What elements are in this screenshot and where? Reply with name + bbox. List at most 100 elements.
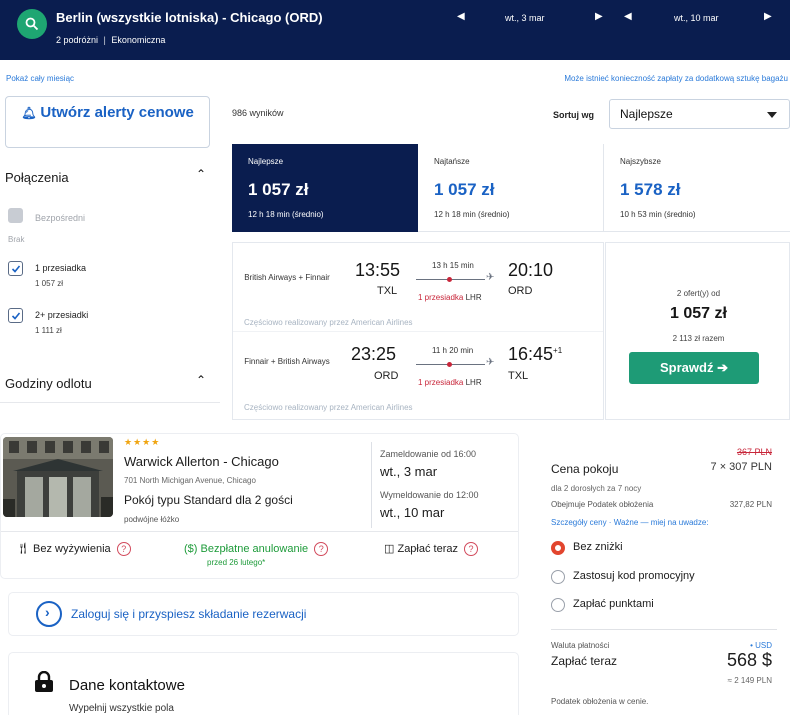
collapse-departure-times-icon[interactable]: ⌃ (196, 373, 206, 387)
cabin-class: Ekonomiczna (111, 35, 166, 45)
contact-title: Dane kontaktowe (69, 677, 185, 694)
room-type: Pokój typu Standard dla 2 gości (124, 493, 293, 507)
direct-checkbox[interactable] (8, 208, 23, 223)
leg1-departure-time: 13:55 (355, 260, 401, 280)
tab-best-price: 1 057 zł (248, 180, 309, 199)
filter-divider (0, 402, 220, 403)
departure-times-title: Godziny odlotu (5, 376, 92, 391)
lock-icon (35, 671, 53, 692)
checkout-label: Wymeldowanie do 12:00 (380, 490, 479, 500)
show-whole-month-link[interactable]: Pokaż cały miesiąc (6, 74, 74, 83)
option-points-label[interactable]: Zapłać punktami (573, 598, 654, 610)
approx-pln: ≈ 2 149 PLN (727, 676, 772, 685)
sort-value: Najlepsze (620, 107, 673, 121)
passengers-cabin[interactable]: 2 podróżni | Ekonomiczna (56, 35, 165, 45)
one-stop-label: 1 przesiadka (35, 263, 87, 273)
wallet-icon: ◫ (384, 543, 395, 555)
dates-divider (371, 442, 372, 528)
leg1-duration: 13 h 15 min (432, 261, 474, 270)
leg1-airline: British Airways + Finnair (244, 273, 330, 282)
cancel-info-icon[interactable]: ? (314, 542, 329, 556)
return-date[interactable]: wt., 10 mar (674, 13, 719, 23)
filter-one-stop[interactable]: 1 przesiadka 1 057 zł (8, 261, 208, 293)
collapse-connections-icon[interactable]: ⌃ (196, 167, 206, 181)
alert-button-label: Utwórz alerty cenowe (40, 104, 194, 121)
currency-selector[interactable]: • USD (750, 641, 772, 650)
prev-return-date-icon[interactable]: ◀ (624, 11, 632, 22)
leg1-arrival-time: 20:10 (508, 260, 554, 280)
login-link[interactable]: Zaloguj się i przyspiesz składanie rezer… (71, 607, 306, 621)
leg1-stops-count: 1 przesiadka (418, 293, 464, 302)
tab-fastest[interactable]: Najszybsze 1 578 zł 10 h 53 min (średnio… (604, 144, 790, 232)
pay-info-icon[interactable]: ? (464, 542, 479, 557)
leg1-departure-airport: TXL (377, 285, 398, 297)
pay-now-label: Zapłać teraz (397, 543, 458, 555)
bed-type: podwójne łóżko (124, 515, 180, 524)
leg1-stop-dot (447, 277, 452, 282)
option-promo-code-label[interactable]: Zastosuj kod promocyjny (573, 570, 695, 582)
leg2-duration: 11 h 20 min (432, 346, 474, 355)
hotel-stars: ★★★★ (124, 437, 161, 447)
guests-nights: dla 2 dorosłych za 7 nocy (551, 484, 642, 493)
tab-cheapest-duration: 12 h 18 min (średnio) (434, 210, 510, 219)
flight-result-card[interactable]: British Airways + Finnair 13:55 TXL 13 h… (232, 242, 604, 420)
one-stop-price: 1 057 zł (35, 279, 64, 288)
one-stop-checkbox[interactable] (8, 261, 23, 276)
leg2-operated-by: Częściowo realizowany przez American Air… (244, 403, 413, 412)
leg1-via: LHR (465, 293, 482, 302)
flight-price-panel: 2 ofert(y) od 1 057 zł 2 113 zł razem Sp… (605, 242, 790, 420)
option-points-radio[interactable] (551, 598, 565, 612)
tab-cheapest[interactable]: Najtańsze 1 057 zł 12 h 18 min (średnio) (418, 144, 604, 232)
two-plus-stops-label: 2+ przesiadki (35, 310, 89, 320)
next-return-date-icon[interactable]: ▶ (764, 11, 772, 22)
leg2-arrival-time: 16:45+1 (508, 344, 562, 365)
price-divider (551, 629, 777, 630)
option-no-discount-label[interactable]: Bez zniżki (573, 541, 623, 553)
meals-info-icon[interactable]: ? (116, 542, 131, 557)
sort-select[interactable]: Najlepsze (609, 99, 790, 129)
create-price-alert-button[interactable]: 🔔︎ Utwórz alerty cenowe (5, 96, 210, 148)
check-offer-button[interactable]: Sprawdź ➔ (629, 352, 759, 384)
hotel-photo (3, 437, 113, 517)
tab-fastest-duration: 10 h 53 min (średnio) (620, 210, 696, 219)
search-summary-bar: Berlin (wszystkie lotniska) - Chicago (O… (0, 0, 790, 60)
next-depart-date-icon[interactable]: ▶ (595, 11, 603, 22)
depart-date[interactable]: wt., 3 mar (505, 13, 545, 23)
results-count: 986 wyników (232, 108, 284, 118)
leg1-arrival-airport: ORD (508, 285, 533, 297)
no-meals-icon: 🍴︎ (16, 543, 30, 555)
route-title[interactable]: Berlin (wszystkie lotniska) - Chicago (O… (56, 10, 323, 25)
tab-fastest-price: 1 578 zł (620, 180, 681, 199)
tab-cheapest-name: Najtańsze (434, 157, 470, 166)
plane-icon: ✈︎ (486, 357, 495, 368)
chevron-right-circle-icon: › (36, 601, 62, 627)
tab-best[interactable]: Najlepsze 1 057 zł 12 h 18 min (średnio) (232, 144, 418, 232)
tax-included-note: Podatek obłożenia w cenie. (551, 697, 649, 706)
option-no-discount-radio[interactable] (551, 541, 565, 555)
prev-depart-date-icon[interactable]: ◀ (457, 11, 465, 22)
old-price: 367 PLN (736, 447, 772, 457)
room-price-label: Cena pokoju (551, 462, 619, 476)
leg2-stops: 1 przesiadka LHR (418, 378, 482, 387)
option-promo-code-radio[interactable] (551, 570, 565, 584)
leg2-via: LHR (465, 378, 482, 387)
room-price: 7 × 307 PLN (710, 461, 772, 473)
bell-icon: 🔔︎ (21, 106, 37, 120)
search-button[interactable] (17, 9, 47, 39)
leg2-next-day: +1 (553, 346, 563, 355)
hotel-name: Warwick Allerton - Chicago (124, 454, 279, 469)
two-plus-stops-checkbox[interactable] (8, 308, 23, 323)
leg1-stops: 1 przesiadka LHR (418, 293, 482, 302)
cancel-label: Bezpłatne anulowanie (200, 542, 309, 555)
leg2-departure-time: 23:25 (351, 344, 397, 364)
login-prompt[interactable]: › Zaloguj się i przyspiesz składanie rez… (8, 592, 519, 636)
price-details-link[interactable]: Szczegóły ceny · Ważne — miej na uwadze: (551, 518, 709, 527)
hotel-address: 701 North Michigan Avenue, Chicago (124, 476, 256, 485)
leg2-arrival-airport: TXL (508, 370, 529, 382)
bag-fee-link[interactable]: Może istnieć konieczność zapłaty za doda… (564, 74, 788, 83)
two-plus-stops-price: 1 111 zł (35, 326, 62, 335)
cancel-deadline: przed 26 lutego* (207, 558, 266, 567)
checkin-date: wt., 3 mar (380, 464, 438, 479)
filter-direct[interactable]: Bezpośredni Brak (8, 208, 208, 248)
filter-two-plus-stops[interactable]: 2+ przesiadki 1 111 zł (8, 308, 208, 340)
